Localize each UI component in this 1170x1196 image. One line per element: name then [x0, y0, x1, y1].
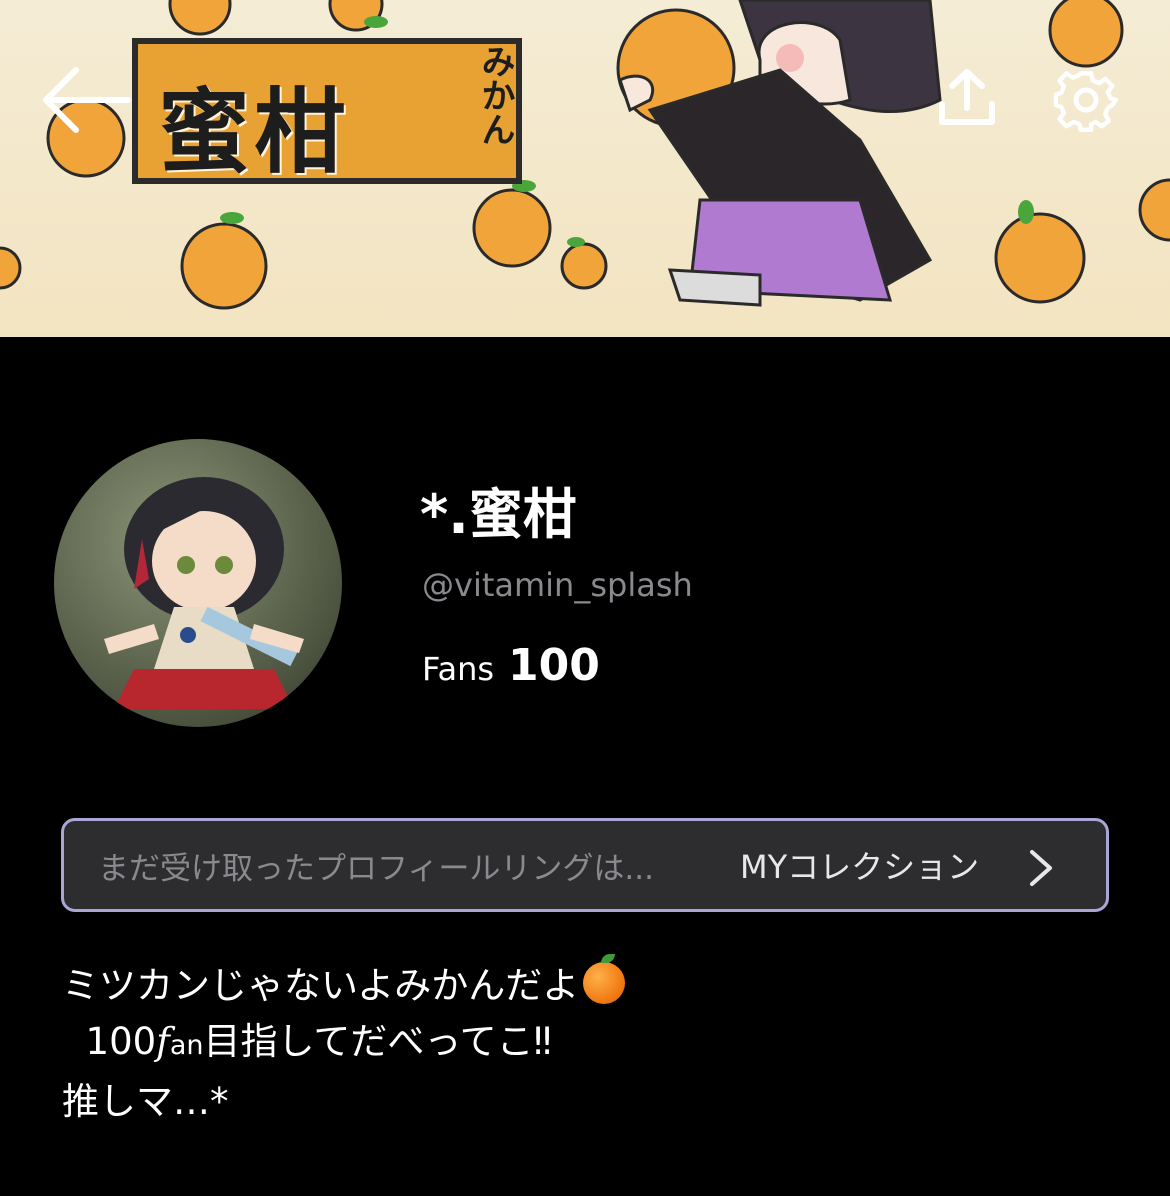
bio-line-4-prefix: 推しマ…: [62, 1080, 210, 1123]
my-collection-link[interactable]: MYコレクション: [740, 842, 979, 888]
profile-ring-collection-bar[interactable]: まだ受け取ったプロフィールリングは... MYコレクション: [61, 818, 1109, 912]
avatar[interactable]: [54, 439, 342, 727]
bio-fan-f: f: [156, 1020, 170, 1063]
profile-bio: ミツカンじゃないよみかんだよ 100fan目指してだべってこ‼ 推しマ…*: [62, 954, 1122, 1130]
profile-header-banner: 蜜柑 みかん: [0, 0, 1170, 337]
gear-icon: [1053, 71, 1118, 132]
share-button[interactable]: [934, 66, 1000, 132]
bio-line-2-suffix: 目指してだべってこ‼: [203, 1020, 552, 1063]
chevron-right-icon: [1030, 850, 1052, 886]
fans-count: 100: [508, 640, 600, 691]
banner-ruby: みかん: [475, 44, 515, 146]
profile-handle: @vitamin_splash: [422, 566, 693, 604]
bio-line-1: ミツカンじゃないよみかんだよ: [62, 954, 1122, 1014]
collection-hint: まだ受け取ったプロフィールリングは...: [98, 850, 654, 887]
back-arrow-icon: [43, 67, 131, 133]
share-icon: [939, 69, 995, 125]
profile-name: *.蜜柑: [420, 470, 577, 549]
profile-name-text: *.蜜柑: [420, 483, 577, 546]
bio-line-2-prefix: 100: [62, 1020, 157, 1063]
banner-title-box: 蜜柑: [132, 38, 522, 186]
settings-button[interactable]: [1052, 66, 1120, 134]
bio-line-2: 100fan目指してだべってこ‼: [62, 1014, 1122, 1074]
bio-line-1-text: ミツカンじゃないよみかんだよ: [62, 964, 580, 1007]
tangerine-emoji-icon: [583, 954, 626, 1004]
banner-title: 蜜柑: [158, 79, 351, 186]
avatar-image: [104, 477, 304, 709]
fans-label: Fans: [422, 650, 495, 688]
fans-count-row[interactable]: Fans 100: [422, 640, 600, 691]
bio-line-4-suffix: *: [210, 1080, 229, 1123]
bio-fan-an: an: [169, 1030, 204, 1061]
bio-line-4: 推しマ…*: [62, 1074, 1122, 1130]
back-button[interactable]: [36, 64, 136, 136]
